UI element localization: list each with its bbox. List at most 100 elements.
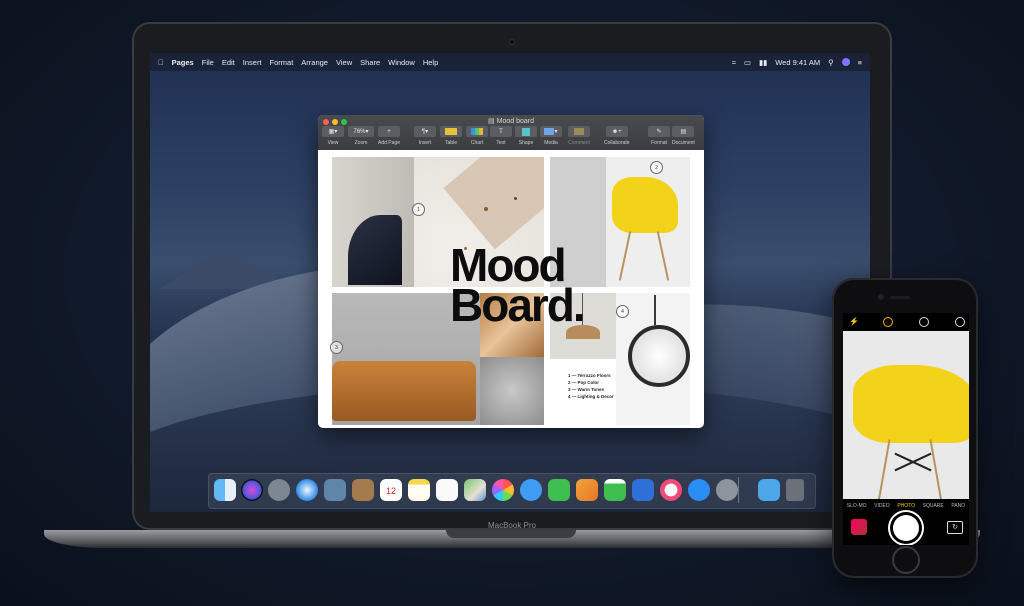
front-camera [878, 294, 884, 300]
format-icon: ✎ [648, 126, 670, 137]
finder-icon[interactable] [214, 479, 236, 501]
toolbar-zoom[interactable]: 76% ▾ Zoom [348, 126, 374, 146]
document-page[interactable]: Mood Board. 1 2 3 4 1 — Terrazzo Floors … [330, 157, 690, 425]
pages-icon[interactable] [576, 479, 598, 501]
sidebar-icon: ▦▾ [322, 126, 344, 137]
fur-texture-photo [480, 357, 544, 425]
app-store-icon[interactable] [688, 479, 710, 501]
contacts-icon[interactable] [352, 479, 374, 501]
siri-icon[interactable] [241, 479, 263, 501]
plus-icon: + [378, 126, 400, 137]
facetime-icon[interactable] [548, 479, 570, 501]
collaborate-icon: ☻+ [605, 126, 628, 137]
toolbar-text[interactable]: T Text [490, 126, 512, 146]
photos-app-icon[interactable] [324, 479, 346, 501]
toolbar-add-page[interactable]: + Add Page [378, 126, 400, 146]
table-icon [440, 126, 462, 137]
menu-window[interactable]: Window [388, 58, 415, 67]
keynote-icon[interactable] [632, 479, 654, 501]
headline[interactable]: Mood Board. [450, 242, 586, 328]
filters-icon[interactable] [955, 317, 965, 327]
menu-file[interactable]: File [202, 58, 214, 67]
chart-icon [466, 126, 488, 137]
spotlight-icon[interactable]: ⚲ [828, 58, 834, 67]
launchpad-icon[interactable] [268, 479, 290, 501]
timer-icon[interactable] [919, 317, 929, 327]
itunes-icon[interactable] [660, 479, 682, 501]
text-icon: T [490, 126, 512, 137]
camera-mode-selector: SLO-MO VIDEO PHOTO SQUARE PANO [843, 503, 969, 509]
toolbar-media[interactable]: ▾ Media [540, 126, 562, 146]
menu-help[interactable]: Help [423, 58, 438, 67]
mode-photo[interactable]: PHOTO [897, 503, 915, 509]
hdr-icon[interactable] [883, 317, 893, 327]
notes-icon[interactable] [408, 479, 430, 501]
shutter-button[interactable] [893, 515, 919, 541]
switch-camera-icon[interactable]: ↻ [947, 521, 963, 534]
toolbar-chart[interactable]: Chart [466, 126, 488, 146]
window-toolbar: ▤ Mood board ▦▾ View 76% ▾ Zoom + Add Pag… [318, 115, 704, 150]
toolbar-collaborate[interactable]: ☻+ Collaborate [604, 126, 630, 146]
notification-center-icon[interactable]: ≡ [858, 58, 862, 67]
chair-photo [332, 157, 414, 287]
marker-3: 3 [330, 341, 343, 354]
clock[interactable]: Wed 9:41 AM [775, 58, 820, 67]
photos-icon[interactable] [492, 479, 514, 501]
toolbar-format[interactable]: ✎ Format [648, 126, 670, 146]
flash-icon[interactable]: ⚡ [849, 317, 859, 326]
window-title: ▤ Mood board [488, 118, 534, 125]
legend: 1 — Terrazzo Floors 2 — Pop Color 3 — Wa… [568, 373, 614, 399]
trash-icon[interactable] [786, 479, 804, 501]
calendar-icon[interactable]: 12 [380, 479, 402, 501]
menu-extras: ≈ ▭ ▮▮ Wed 9:41 AM ⚲ ≡ [724, 58, 870, 67]
messages-icon[interactable] [520, 479, 542, 501]
dock-separator [738, 477, 739, 503]
camera-viewfinder[interactable] [843, 331, 969, 499]
macbook-screen:  Pages File Edit Insert Format Arrange … [150, 53, 870, 512]
menu-view[interactable]: View [336, 58, 352, 67]
menu-edit[interactable]: Edit [222, 58, 235, 67]
pages-window: ▤ Mood board ▦▾ View 76% ▾ Zoom + Add Pag… [318, 115, 704, 428]
mode-square[interactable]: SQUARE [923, 503, 944, 509]
marker-2: 2 [650, 161, 663, 174]
reminders-icon[interactable] [436, 479, 458, 501]
safari-icon[interactable] [296, 479, 318, 501]
photo-thumbnail[interactable] [851, 519, 867, 535]
apple-menu-icon[interactable]:  [158, 58, 164, 67]
system-preferences-icon[interactable] [716, 479, 738, 501]
numbers-icon[interactable] [604, 479, 626, 501]
airplay-icon[interactable]: ▭ [744, 58, 751, 67]
menu-app-name[interactable]: Pages [172, 58, 194, 67]
home-button[interactable] [892, 546, 920, 574]
shape-icon [515, 126, 537, 137]
mode-slo-mo[interactable]: SLO-MO [847, 503, 867, 509]
siri-menu-icon[interactable] [841, 58, 850, 66]
iphone-screen: ⚡ SLO-MO VIDEO PHOTO SQUARE PANO ↻ [843, 313, 969, 545]
menu-bar:  Pages File Edit Insert Format Arrange … [150, 53, 870, 71]
battery-icon[interactable]: ▮▮ [759, 58, 767, 67]
mode-video[interactable]: VIDEO [874, 503, 890, 509]
marker-1: 1 [412, 203, 425, 216]
paragraph-icon: ¶▾ [414, 126, 436, 137]
wifi-icon[interactable]: ≈ [732, 58, 736, 67]
menu-format[interactable]: Format [270, 58, 294, 67]
maps-icon[interactable] [464, 479, 486, 501]
document-icon: ▤ [672, 126, 695, 137]
toolbar-insert[interactable]: ¶▾ Insert [414, 126, 436, 146]
menu-insert[interactable]: Insert [243, 58, 262, 67]
macbook-hinge-notch [446, 530, 576, 538]
menu-share[interactable]: Share [360, 58, 380, 67]
earpiece [890, 296, 910, 299]
mode-pano[interactable]: PANO [951, 503, 965, 509]
toolbar-shape[interactable]: Shape [515, 126, 537, 146]
toolbar-view[interactable]: ▦▾ View [322, 126, 344, 146]
webcam [509, 39, 515, 45]
downloads-folder-icon[interactable] [758, 479, 780, 501]
marker-4: 4 [616, 305, 629, 318]
toolbar-table[interactable]: Table [440, 126, 462, 146]
toolbar-comment: Comment [568, 126, 590, 146]
menu-arrange[interactable]: Arrange [301, 58, 328, 67]
document-icon: ▤ [488, 118, 495, 125]
zoom-select: 76% ▾ [348, 126, 374, 137]
toolbar-document[interactable]: ▤ Document [672, 126, 695, 146]
